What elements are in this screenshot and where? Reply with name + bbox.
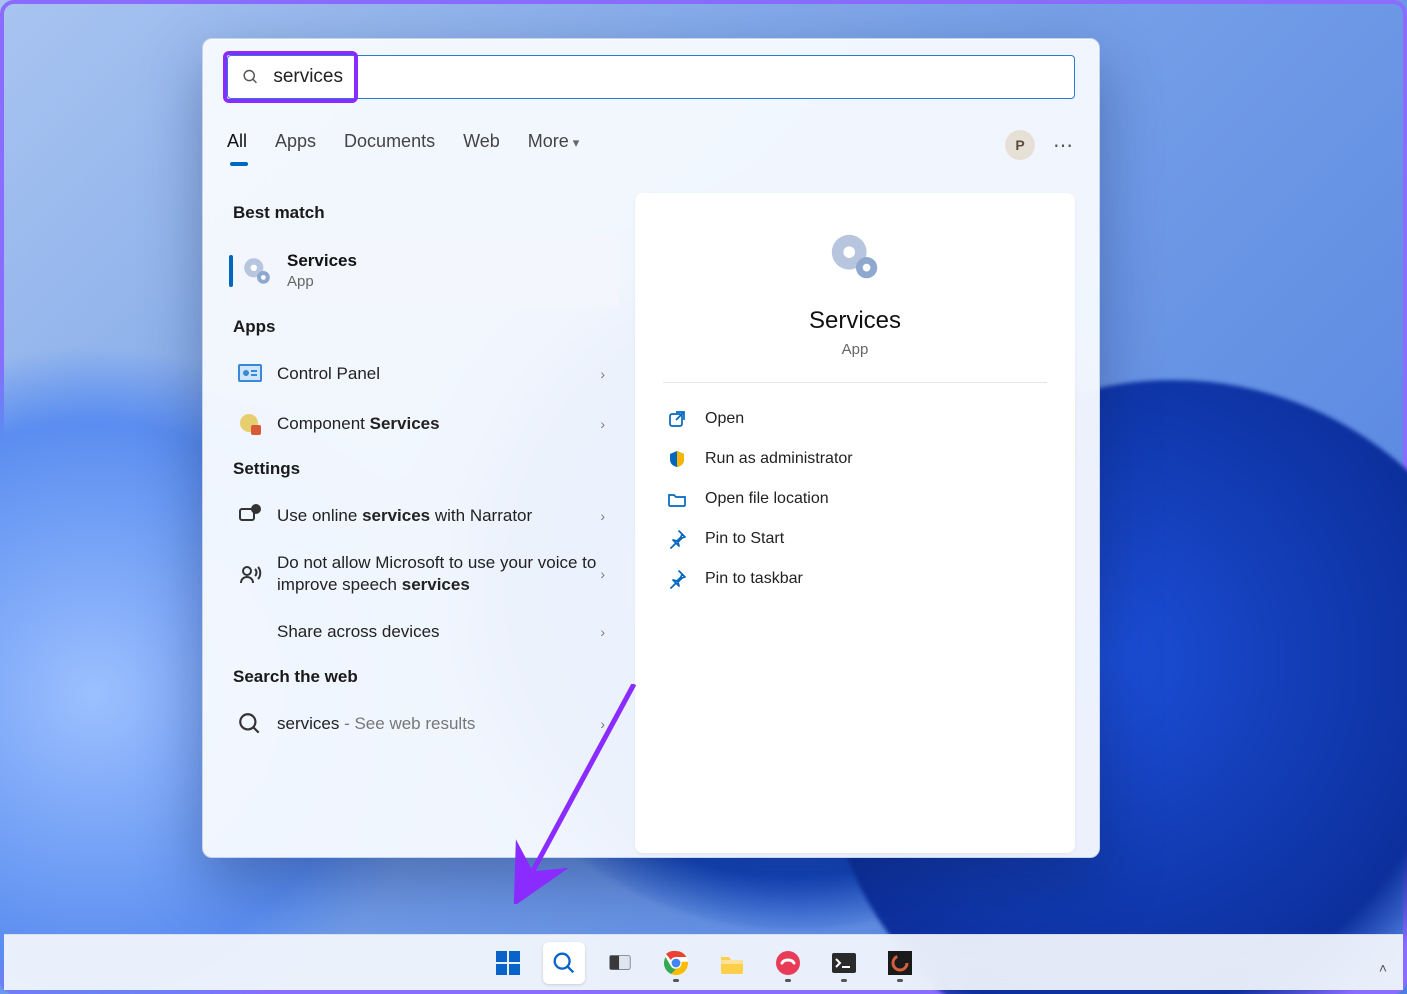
result-label: services - See web results [277, 713, 600, 735]
chevron-right-icon: › [600, 566, 605, 582]
search-icon [237, 711, 263, 737]
task-view-button[interactable] [599, 942, 641, 984]
action-pin-start[interactable]: Pin to Start [655, 519, 1055, 559]
narrator-icon [237, 503, 263, 529]
filter-tab-row: All Apps Documents Web More ▾ P ⋯ [227, 125, 1075, 165]
speech-icon [237, 561, 263, 587]
result-label: Share across devices [277, 621, 600, 643]
result-label: Use online services with Narrator [277, 505, 600, 527]
tab-web[interactable]: Web [463, 131, 500, 160]
section-web: Search the web [233, 667, 619, 687]
chevron-right-icon: › [600, 416, 605, 432]
start-search-panel: All Apps Documents Web More ▾ P ⋯ Best ma… [202, 38, 1100, 858]
results-column: Best match Services App Apps Control Pan… [227, 193, 619, 853]
pin-icon [667, 529, 687, 549]
services-gear-icon [241, 255, 273, 287]
search-input[interactable] [273, 66, 1060, 88]
pin-icon [667, 569, 687, 589]
user-avatar[interactable]: P [1005, 130, 1035, 160]
section-best-match: Best match [233, 203, 619, 223]
taskbar: ˄ [4, 934, 1403, 990]
preview-app-icon [826, 229, 884, 287]
result-speech-services[interactable]: Do not allow Microsoft to use your voice… [227, 541, 619, 607]
result-label: Component Services [277, 413, 600, 435]
preview-pane: Services App Open Run as administrator [635, 193, 1075, 853]
result-label: Do not allow Microsoft to use your voice… [277, 552, 600, 596]
result-control-panel[interactable]: Control Panel › [227, 349, 619, 399]
result-label: Control Panel [277, 363, 600, 385]
chevron-down-icon: ▾ [573, 135, 580, 150]
component-services-icon [237, 411, 263, 437]
result-best-match-services[interactable]: Services App [227, 235, 619, 307]
chrome-app-button[interactable] [655, 942, 697, 984]
folder-icon [667, 489, 687, 509]
best-match-title: Services [287, 250, 605, 272]
control-panel-icon [237, 361, 263, 387]
action-pin-taskbar[interactable]: Pin to taskbar [655, 559, 1055, 599]
file-explorer-button[interactable] [711, 942, 753, 984]
action-label: Open file location [705, 490, 829, 508]
result-web-search[interactable]: services - See web results › [227, 699, 619, 749]
shield-icon [667, 449, 687, 469]
tab-all[interactable]: All [227, 131, 247, 160]
chevron-right-icon: › [600, 624, 605, 640]
action-label: Pin to Start [705, 530, 784, 548]
chevron-right-icon: › [600, 366, 605, 382]
action-open-location[interactable]: Open file location [655, 479, 1055, 519]
preview-title: Services [655, 307, 1055, 335]
tray-overflow-button[interactable]: ˄ [1379, 960, 1387, 976]
best-match-type: App [287, 272, 605, 292]
result-share-devices[interactable]: Share across devices › [227, 607, 619, 657]
open-icon [667, 409, 687, 429]
tab-documents[interactable]: Documents [344, 131, 435, 160]
blank-icon [237, 619, 263, 645]
search-icon [242, 68, 259, 86]
result-component-services[interactable]: Component Services › [227, 399, 619, 449]
action-run-admin[interactable]: Run as administrator [655, 439, 1055, 479]
more-options-button[interactable]: ⋯ [1053, 133, 1075, 158]
result-narrator-services[interactable]: Use online services with Narrator › [227, 491, 619, 541]
start-button[interactable] [487, 942, 529, 984]
taskbar-search-button[interactable] [543, 942, 585, 984]
app-button-dark[interactable] [879, 942, 921, 984]
preview-type: App [655, 341, 1055, 358]
section-apps: Apps [233, 317, 619, 337]
app-button-red-circle[interactable] [767, 942, 809, 984]
chevron-right-icon: › [600, 716, 605, 732]
terminal-app-button[interactable] [823, 942, 865, 984]
action-label: Open [705, 410, 744, 428]
divider [663, 382, 1047, 383]
tab-more[interactable]: More ▾ [528, 131, 580, 160]
action-open[interactable]: Open [655, 399, 1055, 439]
tab-apps[interactable]: Apps [275, 131, 316, 160]
search-box[interactable] [227, 55, 1075, 99]
action-label: Pin to taskbar [705, 570, 803, 588]
chevron-right-icon: › [600, 508, 605, 524]
tab-more-label: More [528, 131, 569, 151]
section-settings: Settings [233, 459, 619, 479]
search-box-container [227, 55, 1075, 99]
action-label: Run as administrator [705, 450, 853, 468]
